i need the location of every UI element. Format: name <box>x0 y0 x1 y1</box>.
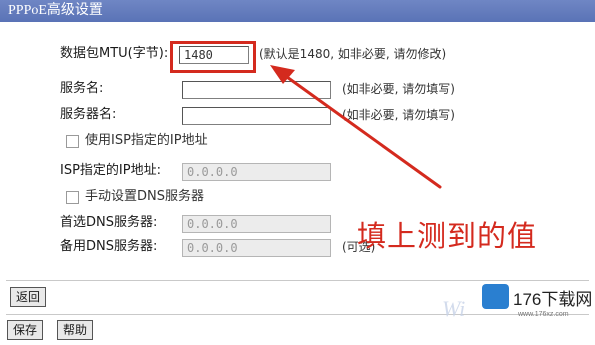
help-button[interactable]: 帮助 <box>57 320 94 340</box>
window-title: PPPoE高级设置 <box>0 0 595 22</box>
save-button[interactable]: 保存 <box>7 320 44 340</box>
brand-watermark: 176下载网 www.176xz.com <box>475 271 595 345</box>
annotation-text: 填上测到的值 <box>357 219 538 253</box>
brand-logo-icon <box>482 284 509 309</box>
brand-url: www.176xz.com <box>518 311 569 318</box>
watermark-text: Wi <box>442 296 466 321</box>
brand-name: 176下载网 <box>513 290 593 309</box>
back-button[interactable]: 返回 <box>10 287 47 307</box>
